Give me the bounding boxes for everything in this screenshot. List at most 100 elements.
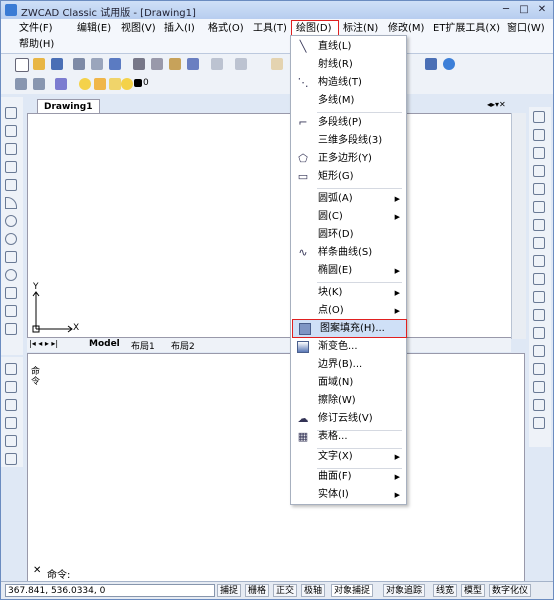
draw-menu-spline[interactable]: ∿ 样条曲线(S) bbox=[291, 244, 406, 262]
drawing-canvas[interactable]: Y X bbox=[27, 113, 525, 339]
menu-et-tools[interactable]: ET扩展工具(X) bbox=[433, 21, 500, 37]
layer-manager-icon[interactable] bbox=[15, 78, 27, 90]
publish-icon[interactable] bbox=[109, 58, 121, 70]
draw-menu-surfaces[interactable]: 曲面(F) ▶ bbox=[291, 468, 406, 486]
menu-file[interactable]: 文件(F) bbox=[19, 21, 53, 37]
layer-lock-icon[interactable] bbox=[109, 78, 121, 90]
redo-icon[interactable] bbox=[235, 58, 247, 70]
tab-model[interactable]: Model bbox=[89, 339, 120, 349]
rectangle-tool-icon[interactable] bbox=[5, 179, 17, 191]
draw-menu-rectangle[interactable]: ▭ 矩形(G) bbox=[291, 168, 406, 186]
menu-edit[interactable]: 编辑(E) bbox=[77, 21, 111, 37]
open-file-icon[interactable] bbox=[33, 58, 45, 70]
command-window[interactable] bbox=[27, 353, 525, 583]
menu-view[interactable]: 视图(V) bbox=[121, 21, 156, 37]
pan-icon[interactable] bbox=[271, 58, 283, 70]
command-close-icon[interactable]: ✕ bbox=[33, 565, 41, 576]
osnap-toggle[interactable]: 对象捕捉 bbox=[331, 584, 374, 597]
menu-format[interactable]: 格式(O) bbox=[208, 21, 244, 37]
doc-nav-arrows-icon[interactable]: ◂▸▾✕ bbox=[487, 100, 506, 109]
layer-color-icon[interactable] bbox=[121, 78, 133, 90]
copy-tool-icon[interactable] bbox=[533, 129, 545, 141]
draw-menu-revcloud[interactable]: ☁ 修订云线(V) bbox=[291, 410, 406, 428]
ellipse-tool-icon[interactable] bbox=[5, 269, 17, 281]
menu-draw[interactable]: 绘图(D) bbox=[291, 20, 339, 36]
menu-window[interactable]: 窗口(W) bbox=[507, 21, 545, 37]
draw-menu-circle[interactable]: 圆(C) ▶ bbox=[291, 208, 406, 226]
table-tool-icon[interactable] bbox=[5, 417, 17, 429]
construction-line-tool-icon[interactable] bbox=[5, 125, 17, 137]
maximize-icon[interactable]: □ bbox=[515, 3, 533, 17]
rotate-tool-icon[interactable] bbox=[533, 219, 545, 231]
draw-menu-donut[interactable]: 圆环(D) bbox=[291, 226, 406, 244]
multiline-text-tool-icon[interactable] bbox=[5, 435, 17, 447]
draw-menu-3dpoly[interactable]: 三维多段线(3) bbox=[291, 132, 406, 150]
draw-menu-region[interactable]: 面域(N) bbox=[291, 374, 406, 392]
draw-menu-point[interactable]: 点(O) ▶ bbox=[291, 302, 406, 320]
draw-menu-ellipse[interactable]: 椭圆(E) ▶ bbox=[291, 262, 406, 280]
match-properties-icon[interactable] bbox=[187, 58, 199, 70]
draw-menu-boundary[interactable]: 边界(B)... bbox=[291, 356, 406, 374]
lengthen-tool-icon[interactable] bbox=[533, 273, 545, 285]
draw-menu-wipeout[interactable]: 擦除(W) bbox=[291, 392, 406, 410]
new-file-icon[interactable] bbox=[15, 58, 29, 72]
draw-menu-pline[interactable]: ⌐ 多段线(P) bbox=[291, 114, 406, 132]
draw-menu-solids[interactable]: 实体(I) ▶ bbox=[291, 486, 406, 504]
snap-toggle[interactable]: 捕捉 bbox=[217, 584, 242, 597]
layout-nav-arrows-icon[interactable]: |◂ ◂ ▸ ▸| bbox=[29, 339, 58, 348]
draw-menu-arc[interactable]: 圆弧(A) ▶ bbox=[291, 190, 406, 208]
command-prompt[interactable]: 命令: bbox=[47, 566, 70, 581]
grid-toggle[interactable]: 栅格 bbox=[245, 584, 270, 597]
help-icon[interactable] bbox=[443, 58, 455, 70]
close-icon[interactable]: ✕ bbox=[533, 3, 551, 17]
image-tool-icon[interactable] bbox=[5, 453, 17, 465]
polyline-tool-icon[interactable] bbox=[5, 143, 17, 155]
revcloud-tool-icon[interactable] bbox=[5, 233, 17, 245]
lineweight-toggle[interactable]: 线宽 bbox=[433, 584, 458, 597]
arc-tool-icon[interactable] bbox=[5, 197, 17, 209]
model-toggle[interactable]: 模型 bbox=[461, 584, 486, 597]
draw-menu-xline[interactable]: ⋱ 构造线(T) bbox=[291, 74, 406, 92]
layer-freeze-icon[interactable] bbox=[94, 78, 106, 90]
print-preview-icon[interactable] bbox=[91, 58, 103, 70]
draw-menu-ray[interactable]: 射线(R) bbox=[291, 56, 406, 74]
minimize-icon[interactable]: ─ bbox=[497, 3, 515, 17]
erase-tool-icon[interactable] bbox=[533, 111, 545, 123]
make-block-tool-icon[interactable] bbox=[5, 323, 17, 335]
stretch-tool-icon[interactable] bbox=[533, 255, 545, 267]
fillet-tool-icon[interactable] bbox=[533, 381, 545, 393]
copy-icon[interactable] bbox=[151, 58, 163, 70]
join-tool-icon[interactable] bbox=[533, 345, 545, 357]
tab-layout2[interactable]: 布局2 bbox=[171, 339, 195, 352]
save-icon[interactable] bbox=[51, 58, 63, 70]
layer-state-icon[interactable] bbox=[55, 78, 67, 90]
break-tool-icon[interactable] bbox=[533, 327, 545, 339]
undo-icon[interactable] bbox=[211, 58, 223, 70]
insert-block-tool-icon[interactable] bbox=[5, 305, 17, 317]
offset-tool-icon[interactable] bbox=[533, 165, 545, 177]
ortho-toggle[interactable]: 正交 bbox=[273, 584, 298, 597]
line-tool-icon[interactable] bbox=[5, 107, 17, 119]
otrack-toggle[interactable]: 对象追踪 bbox=[383, 584, 426, 597]
tab-layout1[interactable]: 布局1 bbox=[131, 339, 155, 352]
draw-menu-hatch[interactable]: 图案填充(H)... bbox=[292, 319, 407, 338]
extend-tool-icon[interactable] bbox=[533, 309, 545, 321]
spline-tool-icon[interactable] bbox=[5, 251, 17, 263]
hatch-tool-icon[interactable] bbox=[5, 363, 17, 375]
trim-tool-icon[interactable] bbox=[533, 291, 545, 303]
polar-toggle[interactable]: 极轴 bbox=[301, 584, 326, 597]
zoom-icon[interactable] bbox=[425, 58, 437, 70]
cut-icon[interactable] bbox=[133, 58, 145, 70]
print-icon[interactable] bbox=[73, 58, 85, 70]
tablet-toggle[interactable]: 数字化仪 bbox=[489, 584, 532, 597]
draw-menu-mline[interactable]: 多线(M) bbox=[291, 92, 406, 110]
move-tool-icon[interactable] bbox=[533, 201, 545, 213]
menu-insert[interactable]: 插入(I) bbox=[164, 21, 195, 37]
menu-help[interactable]: 帮助(H) bbox=[19, 37, 54, 53]
gradient-tool-icon[interactable] bbox=[5, 381, 17, 393]
point-tool-icon[interactable] bbox=[5, 341, 17, 353]
region-tool-icon[interactable] bbox=[5, 399, 17, 411]
draw-menu-gradient[interactable]: 渐变色... bbox=[291, 338, 406, 356]
draw-menu-line[interactable]: ╲ 直线(L) bbox=[291, 38, 406, 56]
draw-menu-block[interactable]: 块(K) ▶ bbox=[291, 284, 406, 302]
